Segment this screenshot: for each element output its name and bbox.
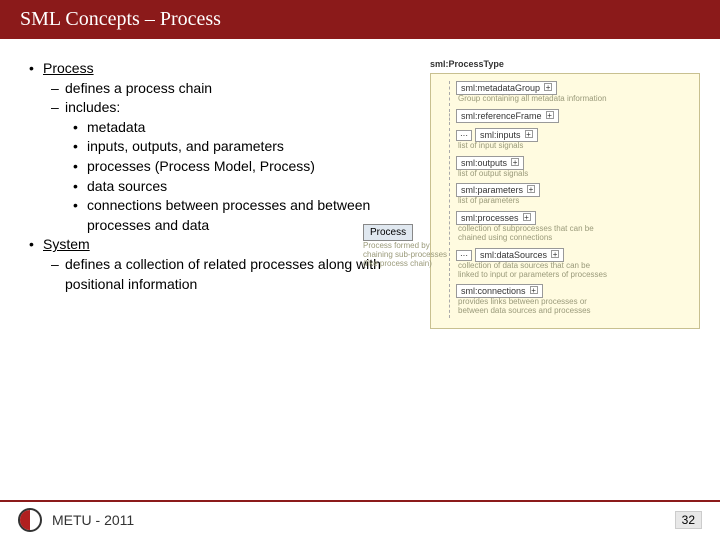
- schema-item: sml:processes+collection of subprocesses…: [449, 211, 693, 245]
- bullet-process-sub1: defines a process chain: [25, 79, 425, 99]
- bullet-inc-datasources: data sources: [25, 177, 425, 197]
- expand-icon: +: [551, 250, 559, 258]
- metu-logo-icon: [18, 508, 42, 532]
- process-chip: Process: [363, 224, 413, 241]
- diagram-container: Process Process formed by chaining sub-p…: [430, 73, 700, 329]
- schema-tag: sml:outputs+: [456, 156, 524, 170]
- schema-tag: sml:inputs+: [475, 128, 538, 142]
- schema-item: sml:referenceFrame+: [449, 109, 693, 125]
- ellipsis-icon: ···: [456, 250, 472, 261]
- expand-icon: +: [511, 158, 519, 166]
- schema-desc: collection of subprocesses that can be c…: [458, 225, 608, 243]
- ellipsis-icon: ···: [456, 130, 472, 141]
- slide-title: SML Concepts – Process: [0, 0, 720, 39]
- schema-item: sml:metadataGroup+Group containing all m…: [449, 81, 693, 106]
- schema-diagram: sml:ProcessType Process Process formed b…: [430, 59, 700, 329]
- expand-icon: +: [544, 83, 552, 91]
- schema-tag: sml:metadataGroup+: [456, 81, 557, 95]
- slide-footer: METU - 2011 32: [0, 500, 720, 532]
- schema-desc: list of input signals: [458, 142, 608, 151]
- schema-item: sml:parameters+list of parameters: [449, 183, 693, 208]
- expand-icon: +: [523, 213, 531, 221]
- process-chip-note: Process formed by chaining sub-processes…: [363, 242, 453, 268]
- expand-icon: +: [546, 111, 554, 119]
- page-number: 32: [675, 511, 702, 529]
- schema-item: ···sml:dataSources+collection of data so…: [449, 248, 693, 282]
- schema-tag: sml:dataSources+: [475, 248, 564, 262]
- expand-icon: +: [525, 130, 533, 138]
- bullet-inc-metadata: metadata: [25, 118, 425, 138]
- bullet-inc-io: inputs, outputs, and parameters: [25, 137, 425, 157]
- footer-text: METU - 2011: [52, 512, 134, 528]
- schema-tag: sml:parameters+: [456, 183, 540, 197]
- bullet-column: Process defines a process chain includes…: [25, 59, 425, 329]
- expand-icon: +: [527, 185, 535, 193]
- schema-item: ···sml:inputs+list of input signals: [449, 128, 693, 153]
- schema-item: sml:connections+provides links between p…: [449, 284, 693, 318]
- bullet-inc-processes: processes (Process Model, Process): [25, 157, 425, 177]
- bullet-process-head: Process: [43, 60, 94, 76]
- diagram-root-label: sml:ProcessType: [430, 59, 700, 69]
- schema-desc: collection of data sources that can be l…: [458, 262, 608, 280]
- schema-tag: sml:referenceFrame+: [456, 109, 559, 123]
- schema-item: sml:outputs+list of output signals: [449, 156, 693, 181]
- schema-desc: list of parameters: [458, 197, 608, 206]
- expand-icon: +: [530, 286, 538, 294]
- schema-tag: sml:processes+: [456, 211, 536, 225]
- bullet-process: Process: [25, 59, 425, 79]
- bullet-process-sub2: includes:: [25, 98, 425, 118]
- slide-body: Process defines a process chain includes…: [0, 39, 720, 329]
- schema-desc: provides links between processes or betw…: [458, 298, 608, 316]
- schema-tag: sml:connections+: [456, 284, 543, 298]
- schema-desc: Group containing all metadata informatio…: [458, 95, 608, 104]
- schema-desc: list of output signals: [458, 170, 608, 179]
- bullet-system-head: System: [43, 236, 90, 252]
